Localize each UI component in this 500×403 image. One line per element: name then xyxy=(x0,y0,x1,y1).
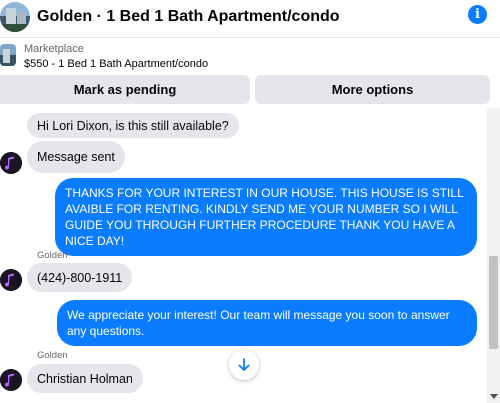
more-options-button[interactable]: More options xyxy=(255,75,490,104)
music-note-avatar-icon xyxy=(0,152,22,174)
mark-as-pending-button[interactable]: Mark as pending xyxy=(0,75,250,104)
chat-scrollbar[interactable] xyxy=(487,108,500,403)
incoming-message: Christian Holman xyxy=(27,364,143,393)
incoming-message: Message sent xyxy=(27,141,125,173)
message-text: Message sent xyxy=(37,150,115,164)
arrow-down-icon xyxy=(238,358,250,371)
incoming-message: Hi Lori Dixon, is this still available? xyxy=(27,113,239,138)
header-divider xyxy=(0,37,500,38)
message-text: THANKS FOR YOUR INTEREST IN OUR HOUSE. T… xyxy=(65,186,464,248)
message-text: Christian Holman xyxy=(37,371,133,386)
building-photo-icon xyxy=(0,2,30,32)
scrollbar-thumb[interactable] xyxy=(489,256,498,349)
sender-avatar[interactable] xyxy=(0,152,22,174)
outgoing-message: We appreciate your interest! Our team wi… xyxy=(57,300,477,346)
sender-name: Golden xyxy=(37,250,68,261)
music-note-avatar-icon xyxy=(0,269,22,291)
info-icon[interactable]: i xyxy=(468,5,487,24)
conversation-header: Golden · 1 Bed 1 Bath Apartment/condo i xyxy=(0,0,500,34)
listing-avatar[interactable] xyxy=(0,2,30,32)
sender-avatar[interactable] xyxy=(0,369,22,391)
message-text: (424)-800-1911 xyxy=(37,270,123,285)
message-text: Hi Lori Dixon, is this still available? xyxy=(37,118,229,133)
scroll-to-bottom-button[interactable] xyxy=(229,350,259,380)
conversation-title[interactable]: Golden · 1 Bed 1 Bath Apartment/condo xyxy=(37,8,340,26)
listing-thumbnail xyxy=(0,44,16,66)
sender-avatar[interactable] xyxy=(0,269,22,291)
listing-summary[interactable]: Marketplace $550 - 1 Bed 1 Bath Apartmen… xyxy=(0,40,500,74)
listing-price-title: $550 - 1 Bed 1 Bath Apartment/condo xyxy=(24,58,209,70)
incoming-message: (424)-800-1911 xyxy=(27,263,133,292)
listing-source: Marketplace xyxy=(24,43,84,55)
sender-name: Golden xyxy=(37,350,68,361)
music-note-avatar-icon xyxy=(0,369,22,391)
outgoing-message: THANKS FOR YOUR INTEREST IN OUR HOUSE. T… xyxy=(55,178,477,256)
message-text: We appreciate your interest! Our team wi… xyxy=(67,308,450,338)
scrollbar-down-arrow-icon[interactable] xyxy=(490,394,498,399)
building-thumbnail-icon xyxy=(0,44,16,66)
